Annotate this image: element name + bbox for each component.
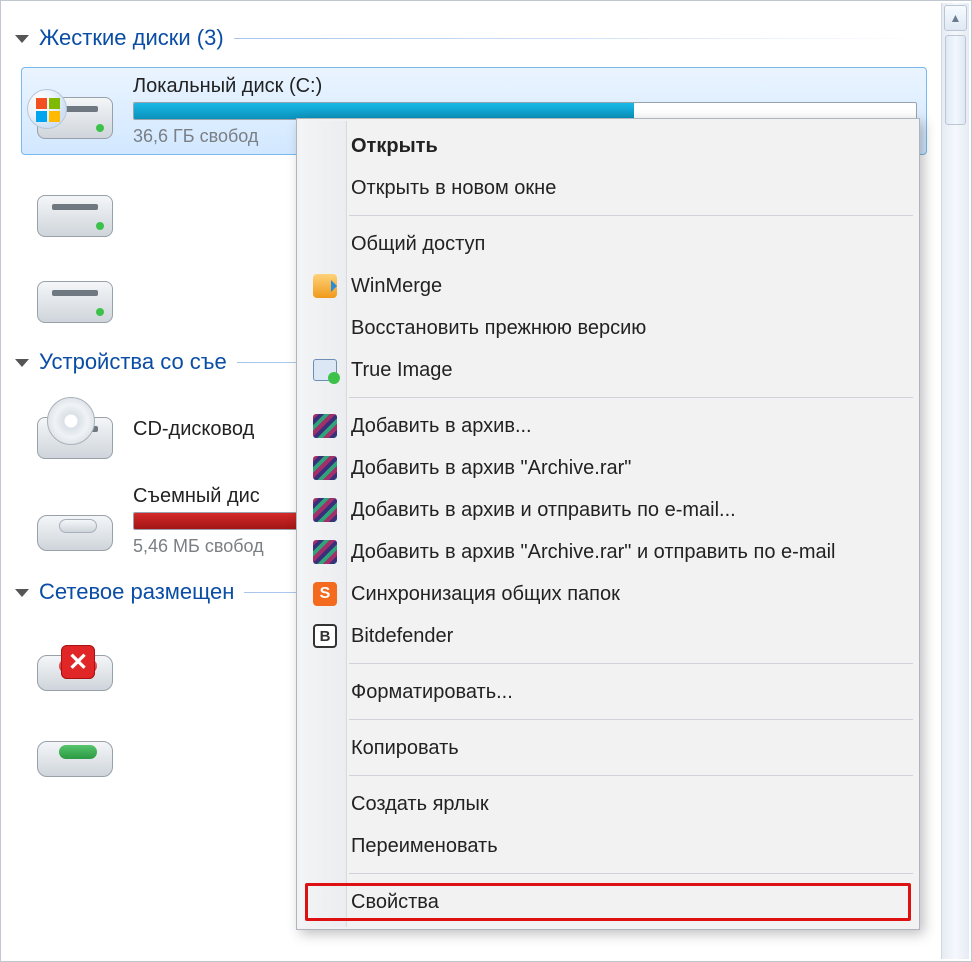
blank-icon [311, 132, 339, 160]
divider [234, 38, 927, 39]
menu-item[interactable]: Добавить в архив "Archive.rar" [299, 447, 917, 489]
menu-item[interactable]: Открыть [299, 125, 917, 167]
scrollbar[interactable]: ▲ [941, 3, 969, 959]
scroll-up-button[interactable]: ▲ [944, 5, 967, 31]
menu-item[interactable]: Добавить в архив "Archive.rar" и отправи… [299, 531, 917, 573]
drive-c-icon [31, 79, 119, 143]
sync-icon: S [311, 580, 339, 608]
menu-item[interactable]: Форматировать... [299, 671, 917, 713]
blank-icon [311, 790, 339, 818]
usage-fill [134, 103, 634, 119]
menu-item-label: Общий доступ [351, 233, 903, 256]
blank-icon [311, 314, 339, 342]
drive-name: Локальный диск (C:) [133, 75, 917, 98]
blank-icon [311, 832, 339, 860]
menu-item-label: Открыть в новом окне [351, 177, 903, 200]
menu-separator [299, 771, 917, 781]
winmerge-icon [311, 272, 339, 300]
menu-item-label: Создать ярлык [351, 793, 903, 816]
menu-separator [299, 869, 917, 879]
chevron-down-icon [15, 359, 29, 367]
usb-drive-icon [31, 489, 119, 553]
menu-item[interactable]: Открыть в новом окне [299, 167, 917, 209]
network-drive-x-icon: ✕ [31, 629, 119, 693]
blank-icon [311, 174, 339, 202]
menu-item-label: Открыть [351, 135, 903, 158]
bd-icon: B [311, 622, 339, 650]
group-title: Устройства со съе [39, 349, 227, 375]
menu-item-label: True Image [351, 359, 903, 382]
menu-item-label: Bitdefender [351, 625, 903, 648]
menu-item-label: Копировать [351, 737, 903, 760]
drive-icon [31, 177, 119, 241]
menu-item-label: Переименовать [351, 835, 903, 858]
chevron-down-icon [15, 589, 29, 597]
menu-item[interactable]: S Синхронизация общих папок [299, 573, 917, 615]
blank-icon [311, 230, 339, 258]
scroll-thumb[interactable] [945, 35, 966, 125]
rar-icon [311, 538, 339, 566]
menu-item[interactable]: Добавить в архив... [299, 405, 917, 447]
menu-item[interactable]: B Bitdefender [299, 615, 917, 657]
menu-separator [299, 659, 917, 669]
cd-drive-icon [31, 399, 119, 463]
menu-item-label: Форматировать... [351, 681, 903, 704]
context-menu: Открыть Открыть в новом окне Общий доступ W… [296, 118, 920, 930]
menu-item[interactable]: Общий доступ [299, 223, 917, 265]
menu-item-label: Добавить в архив "Archive.rar" [351, 457, 903, 480]
blank-icon [311, 888, 339, 916]
menu-item-label: Добавить в архив и отправить по e-mail..… [351, 499, 903, 522]
drive-icon [31, 263, 119, 327]
menu-separator [299, 393, 917, 403]
rar-icon [311, 412, 339, 440]
menu-item-label: Добавить в архив... [351, 415, 903, 438]
network-drive-icon [31, 715, 119, 779]
menu-item-label: Свойства [351, 891, 903, 914]
menu-item-label: Восстановить прежнюю версию [351, 317, 903, 340]
rar-icon [311, 496, 339, 524]
menu-item[interactable]: Копировать [299, 727, 917, 769]
menu-item[interactable]: Добавить в архив и отправить по e-mail..… [299, 489, 917, 531]
menu-item[interactable]: Создать ярлык [299, 783, 917, 825]
group-title: Жесткие диски (3) [39, 25, 224, 51]
menu-item[interactable]: Переименовать [299, 825, 917, 867]
trueimage-icon [311, 356, 339, 384]
menu-item-label: WinMerge [351, 275, 903, 298]
menu-separator [299, 211, 917, 221]
chevron-down-icon [15, 35, 29, 43]
menu-item[interactable]: Свойства [299, 881, 917, 923]
rar-icon [311, 454, 339, 482]
blank-icon [311, 678, 339, 706]
menu-separator [299, 715, 917, 725]
menu-item[interactable]: True Image [299, 349, 917, 391]
menu-item[interactable]: WinMerge [299, 265, 917, 307]
group-title: Сетевое размещен [39, 579, 234, 605]
blank-icon [311, 734, 339, 762]
menu-item[interactable]: Восстановить прежнюю версию [299, 307, 917, 349]
menu-item-label: Добавить в архив "Archive.rar" и отправи… [351, 541, 903, 564]
menu-item-label: Синхронизация общих папок [351, 583, 903, 606]
group-header-hdd[interactable]: Жесткие диски (3) [15, 25, 927, 51]
